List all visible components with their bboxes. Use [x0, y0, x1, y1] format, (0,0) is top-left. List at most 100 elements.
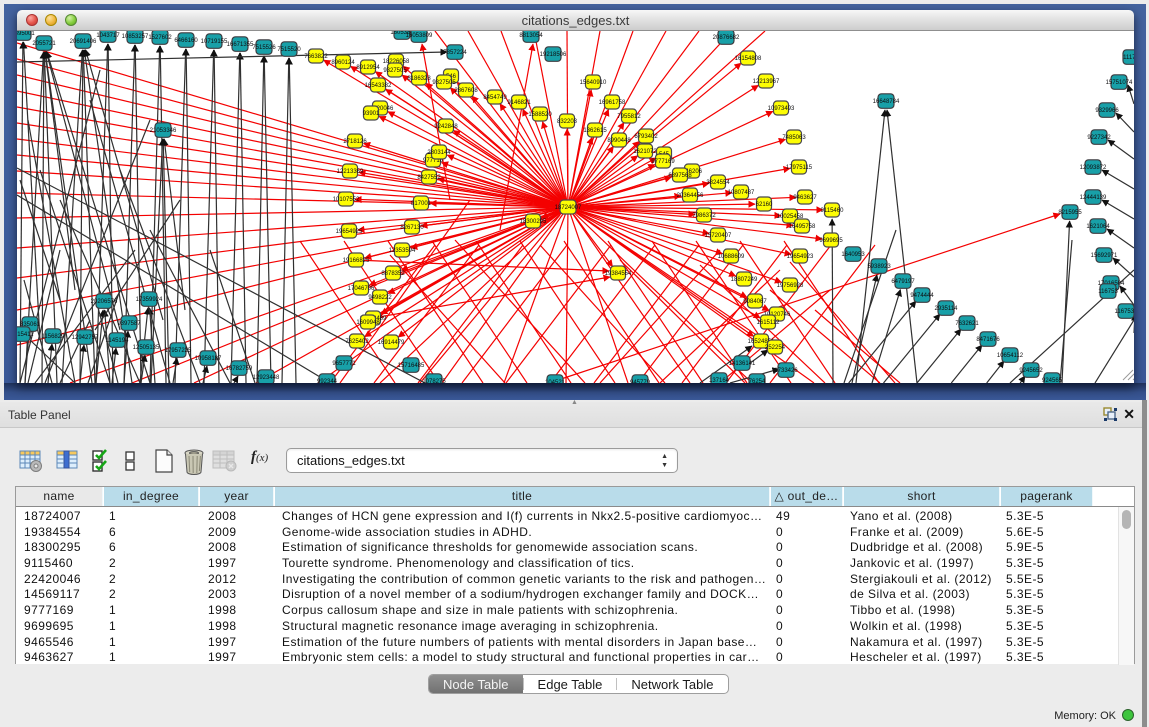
svg-text:2055721: 2055721 — [32, 41, 56, 47]
svg-text:8186328: 8186328 — [407, 76, 431, 82]
svg-text:20876682: 20876682 — [713, 35, 740, 41]
svg-text:1609948: 1609948 — [356, 320, 380, 326]
svg-text:1167533: 1167533 — [1115, 309, 1134, 315]
svg-text:116753: 116753 — [1098, 289, 1118, 295]
svg-text:2867608: 2867608 — [454, 88, 478, 94]
svg-text:8471676: 8471676 — [976, 337, 1000, 343]
svg-text:3915411: 3915411 — [17, 332, 34, 338]
svg-text:18300295: 18300295 — [520, 219, 547, 225]
svg-text:8960124: 8960124 — [331, 60, 355, 66]
svg-text:9242848: 9242848 — [434, 124, 458, 130]
svg-text:14136141: 14136141 — [729, 361, 756, 367]
svg-text:1043717: 1043717 — [96, 33, 120, 39]
svg-text:10719155: 10719155 — [201, 39, 228, 45]
svg-text:1588520: 1588520 — [528, 112, 552, 118]
svg-text:1733426: 1733426 — [774, 368, 798, 374]
svg-text:1615112: 1615112 — [757, 320, 781, 326]
svg-text:9463627: 9463627 — [793, 195, 817, 201]
svg-text:7955812: 7955812 — [617, 114, 641, 120]
svg-text:20206576: 20206576 — [91, 299, 118, 305]
svg-text:6793402: 6793402 — [634, 134, 658, 140]
svg-text:93901: 93901 — [363, 111, 380, 117]
svg-text:17359924: 17359924 — [136, 297, 163, 303]
svg-text:16648784: 16648784 — [873, 99, 900, 105]
svg-text:10973493: 10973493 — [768, 106, 795, 112]
svg-text:8878352: 8878352 — [381, 271, 405, 277]
svg-text:12444139: 12444139 — [1080, 195, 1107, 201]
svg-text:5938923: 5938923 — [867, 264, 891, 270]
svg-text:17975115: 17975115 — [786, 165, 813, 171]
svg-text:9327505: 9327505 — [383, 68, 407, 74]
svg-text:3824554: 3824554 — [706, 180, 730, 186]
svg-text:16495758: 16495758 — [789, 224, 816, 230]
svg-text:18724007: 18724007 — [555, 205, 582, 211]
svg-text:16782759: 16782759 — [226, 366, 253, 372]
svg-text:9146821: 9146821 — [507, 100, 531, 106]
svg-text:7485063: 7485063 — [782, 135, 806, 141]
svg-text:9084067: 9084067 — [743, 299, 767, 305]
svg-text:16053809: 16053809 — [406, 33, 433, 39]
svg-text:12923448: 12923448 — [253, 375, 280, 381]
svg-text:9474444: 9474444 — [910, 293, 934, 299]
svg-text:15640910: 15640910 — [580, 80, 607, 86]
svg-text:7515520: 7515520 — [277, 47, 301, 53]
svg-text:7625402: 7625402 — [345, 339, 369, 345]
svg-text:8454749: 8454749 — [483, 95, 507, 101]
svg-text:10688609: 10688609 — [718, 254, 745, 260]
svg-text:12942757: 12942757 — [72, 335, 99, 341]
svg-text:9397587: 9397587 — [117, 321, 141, 327]
svg-text:6897568: 6897568 — [668, 173, 692, 179]
svg-text:1362615: 1362615 — [583, 128, 607, 134]
svg-text:10853257: 10853257 — [122, 34, 149, 40]
svg-text:9657771: 9657771 — [332, 361, 356, 367]
svg-text:7986372: 7986372 — [692, 213, 716, 219]
svg-text:9699695: 9699695 — [819, 238, 843, 244]
svg-text:7515526: 7515526 — [252, 45, 276, 51]
svg-text:1527602: 1527602 — [148, 35, 172, 41]
svg-text:8990448: 8990448 — [607, 138, 631, 144]
svg-text:12505135: 12505135 — [133, 345, 160, 351]
svg-text:19654923: 19654923 — [787, 254, 814, 260]
svg-text:15751074: 15751074 — [1106, 80, 1133, 86]
svg-text:15720407: 15720407 — [705, 233, 732, 239]
svg-text:11174: 11174 — [1123, 55, 1134, 61]
svg-text:9777169: 9777169 — [651, 159, 675, 165]
svg-text:10654112: 10654112 — [997, 353, 1024, 359]
svg-text:16671355: 16671355 — [227, 42, 254, 48]
svg-text:18807249: 18807249 — [731, 277, 758, 283]
svg-text:16154808: 16154808 — [735, 56, 762, 62]
svg-text:10958187: 10958187 — [195, 356, 222, 362]
svg-text:2803144: 2803144 — [427, 150, 451, 156]
svg-text:2718126: 2718126 — [343, 139, 367, 145]
svg-text:12213369: 12213369 — [337, 169, 364, 175]
svg-text:1621064: 1621064 — [1086, 224, 1110, 230]
svg-text:19218506: 19218506 — [540, 52, 567, 58]
svg-text:1145194: 1145194 — [106, 338, 130, 344]
svg-text:10107552: 10107552 — [333, 197, 360, 203]
svg-text:832203: 832203 — [557, 119, 578, 125]
svg-text:16543382: 16543382 — [365, 83, 392, 89]
svg-text:8912954: 8912954 — [356, 65, 380, 71]
svg-text:19384554: 19384554 — [605, 271, 632, 277]
svg-text:16961758: 16961758 — [599, 100, 626, 106]
svg-text:7663822: 7663822 — [304, 54, 328, 60]
svg-text:8267130: 8267130 — [400, 225, 424, 231]
svg-text:15692971: 15692971 — [1091, 253, 1118, 259]
svg-text:20691406: 20691406 — [70, 39, 97, 45]
svg-text:17957225: 17957225 — [165, 348, 192, 354]
svg-text:2935114: 2935114 — [935, 306, 959, 312]
svg-text:252254: 252254 — [765, 345, 786, 351]
svg-text:17046706: 17046706 — [348, 286, 375, 292]
svg-text:8215955: 8215955 — [1058, 210, 1082, 216]
svg-text:9327505: 9327505 — [432, 80, 456, 86]
svg-text:20364456: 20364456 — [677, 193, 704, 199]
svg-text:21053346: 21053346 — [150, 128, 177, 134]
svg-text:62160: 62160 — [756, 202, 773, 208]
svg-text:9115460: 9115460 — [821, 208, 845, 214]
svg-text:6466160: 6466160 — [174, 38, 198, 44]
svg-text:8395001: 8395001 — [17, 31, 35, 37]
svg-text:7857224: 7857224 — [443, 50, 467, 56]
svg-text:19654925: 19654925 — [336, 229, 363, 235]
svg-text:16914479: 16914479 — [378, 340, 405, 346]
svg-text:7632621: 7632621 — [955, 321, 979, 327]
